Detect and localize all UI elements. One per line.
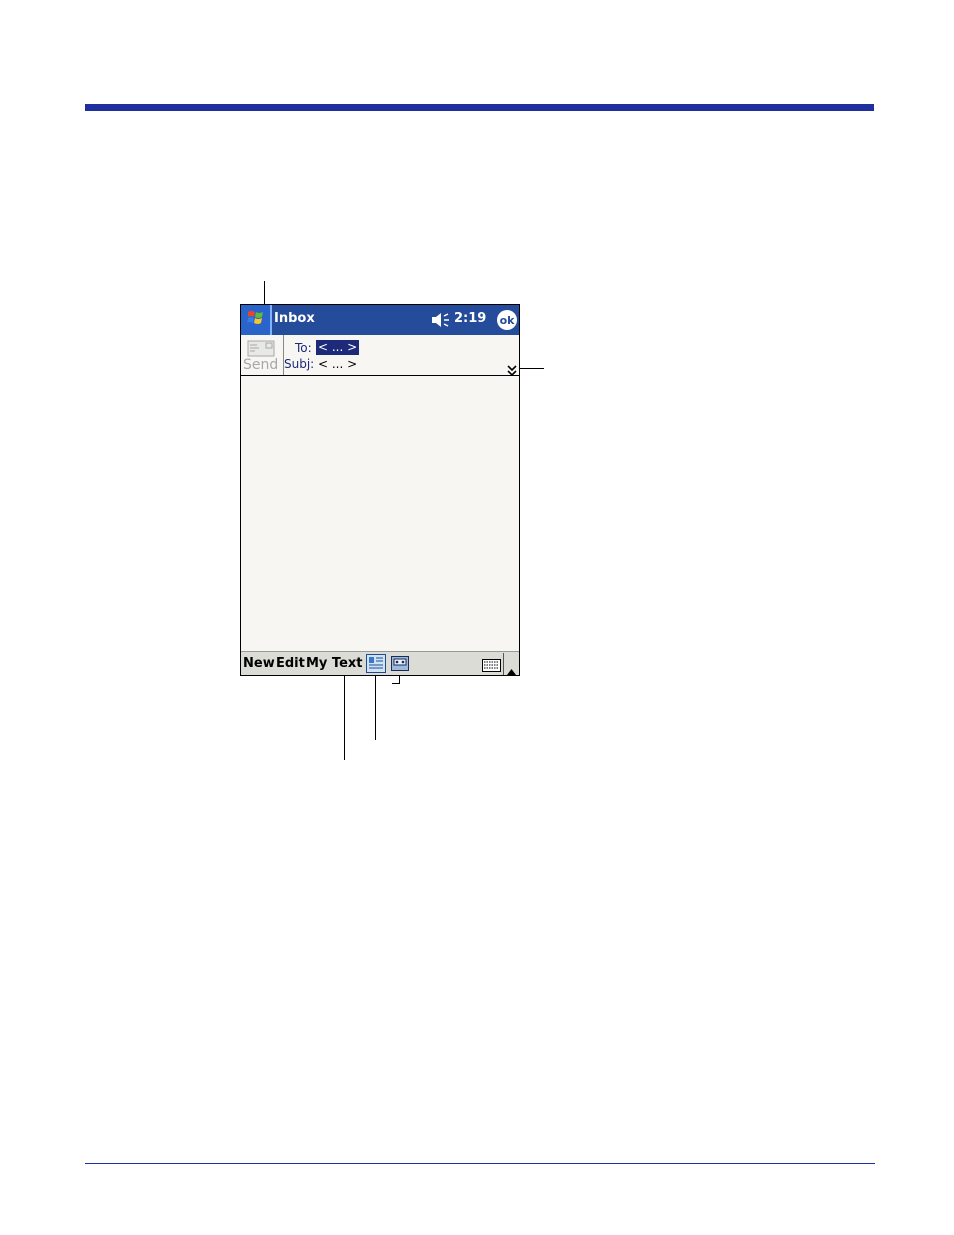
page-bottom-rule xyxy=(85,1163,875,1164)
voice-recording-icon[interactable] xyxy=(391,656,409,675)
message-header: Send To: < ... > Subj: < ... > xyxy=(241,335,519,377)
keyboard-icon[interactable] xyxy=(482,657,501,675)
clock[interactable]: 2:19 xyxy=(454,311,486,326)
title-bar: Inbox 2:19 ok xyxy=(241,305,519,335)
send-button[interactable]: Send xyxy=(241,335,284,375)
windows-start-icon xyxy=(246,308,266,332)
callout-line-preview xyxy=(375,673,376,740)
menu-edit[interactable]: Edit xyxy=(276,656,305,671)
to-field[interactable]: < ... > xyxy=(316,340,360,355)
page-top-rule xyxy=(85,104,874,111)
speaker-icon[interactable] xyxy=(431,312,451,332)
preview-icon[interactable] xyxy=(366,654,386,675)
start-button[interactable] xyxy=(241,305,272,335)
app-title: Inbox xyxy=(274,311,315,326)
ok-button[interactable]: ok xyxy=(497,310,517,330)
menu-bar: New Edit My Text xyxy=(241,651,519,675)
to-label: To: xyxy=(295,341,312,355)
subject-label: Subj: xyxy=(284,357,315,371)
sip-arrow-icon[interactable] xyxy=(507,660,516,675)
menu-new[interactable]: New xyxy=(243,656,275,671)
send-label: Send xyxy=(243,357,279,373)
message-body[interactable] xyxy=(241,376,519,651)
sip-divider xyxy=(503,653,504,675)
menu-my-text[interactable]: My Text xyxy=(306,656,363,671)
callout-line-expand xyxy=(520,368,544,369)
callout-line-mytext xyxy=(344,673,345,760)
subject-field[interactable]: < ... > xyxy=(318,357,357,371)
callout-line-recording-h xyxy=(392,683,400,684)
pocket-pc-screen: Inbox 2:19 ok Send To: < ... > Subj: < .… xyxy=(240,304,520,676)
